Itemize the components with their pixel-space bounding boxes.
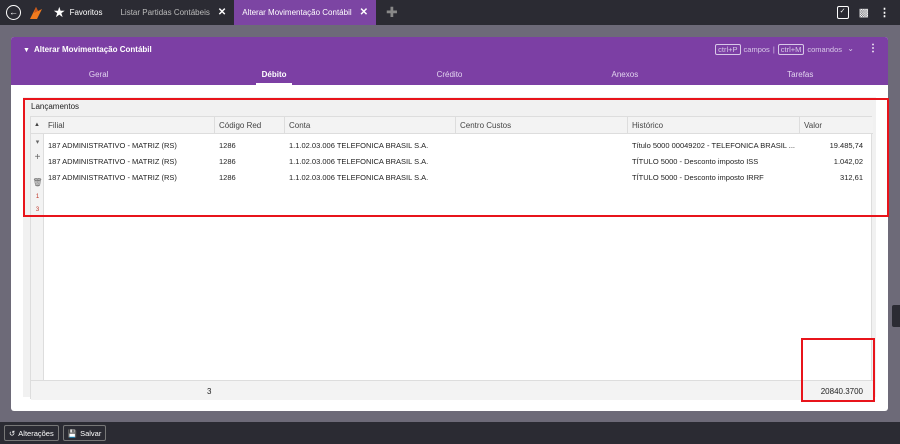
favorites-button[interactable]: ★ Favoritos	[53, 4, 102, 21]
side-panel-handle[interactable]	[892, 305, 900, 327]
collapse-caret-icon[interactable]: ▼	[23, 47, 30, 54]
star-icon: ★	[53, 4, 66, 20]
history-icon: ↺	[9, 428, 16, 438]
back-arrow-icon: ←	[6, 5, 21, 20]
panel-tabs: Geral Débito Crédito Anexos Tarefas	[11, 70, 888, 85]
back-button[interactable]: ←	[0, 0, 21, 25]
chat-icon[interactable]: ▩	[859, 6, 869, 19]
tab-credito[interactable]: Crédito	[362, 70, 537, 85]
shortcut-key-campos: ctrl+P	[715, 44, 741, 55]
tab-alterar-movimentacao[interactable]: Alterar Movimentação Contábil ✕	[234, 0, 377, 25]
panel-header: ▼ Alterar Movimentação Contábil ctrl+P ca…	[11, 37, 888, 85]
close-icon[interactable]: ✕	[218, 7, 226, 18]
tab-debito[interactable]: Débito	[186, 70, 361, 85]
logo-icon	[30, 6, 42, 19]
tab-anexos[interactable]: Anexos	[537, 70, 712, 85]
alteracoes-button[interactable]: ↺ Alterações	[4, 425, 59, 441]
salvar-button[interactable]: 💾 Salvar	[62, 425, 107, 441]
panel-menu-icon[interactable]: ⋮	[868, 43, 878, 54]
tab-label: Listar Partidas Contábeis	[120, 8, 210, 17]
shortcut-label-campos: campos	[743, 45, 770, 54]
highlight-box-table	[23, 98, 889, 217]
tab-label: Alterar Movimentação Contábil	[242, 8, 352, 17]
close-icon[interactable]: ✕	[360, 7, 368, 18]
shortcut-key-comandos: ctrl+M	[777, 44, 805, 55]
footer-row-count: 3	[207, 387, 212, 396]
clipboard-icon[interactable]: ✓	[836, 6, 849, 19]
shortcut-separator: |	[772, 45, 775, 54]
chevron-down-icon[interactable]: ⌄	[847, 44, 854, 53]
save-icon: 💾	[67, 428, 78, 438]
shortcut-hints: ctrl+P campos | ctrl+M comandos	[715, 44, 842, 55]
favorites-label: Favoritos	[69, 8, 103, 17]
add-tab-icon[interactable]: ✚	[386, 4, 398, 21]
highlight-box-total	[801, 338, 875, 402]
menu-dots-icon[interactable]: ⋮	[879, 6, 890, 19]
panel-title[interactable]: ▼ Alterar Movimentação Contábil	[23, 45, 152, 54]
app-logo[interactable]	[29, 0, 43, 25]
shortcut-label-comandos: comandos	[807, 45, 842, 54]
grid-footer: 3 20840.3700	[31, 380, 873, 400]
tab-geral[interactable]: Geral	[11, 70, 186, 85]
bottom-toolbar: ↺ Alterações 💾 Salvar	[0, 422, 900, 444]
tab-tarefas[interactable]: Tarefas	[713, 70, 888, 85]
app-topbar: ← ★ Favoritos Listar Partidas Contábeis …	[0, 0, 900, 25]
tab-listar-partidas[interactable]: Listar Partidas Contábeis ✕	[112, 0, 234, 25]
